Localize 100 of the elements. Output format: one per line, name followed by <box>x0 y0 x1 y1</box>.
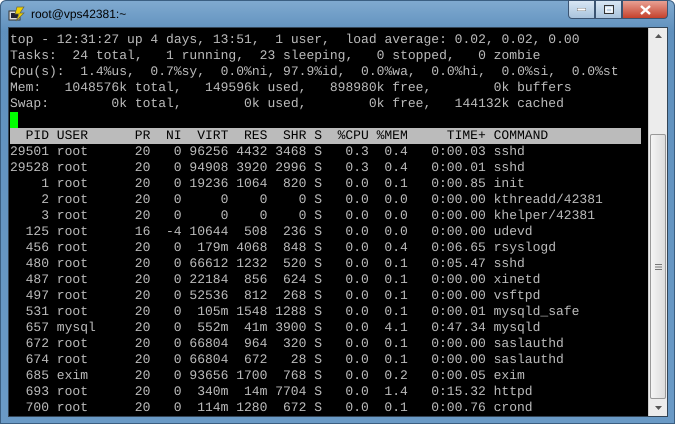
table-cell-text: 20 <box>134 176 150 192</box>
table-cell-text: 0.3 <box>344 160 369 176</box>
table-cell-text: root <box>56 176 90 192</box>
column-header: %CPU <box>336 128 369 144</box>
column-header: SHR <box>282 128 306 144</box>
table-cell-text: 340m <box>196 384 228 400</box>
table-cell-text: 20 <box>134 256 150 272</box>
table-cell-text: 3920 <box>235 160 268 176</box>
scroll-down-icon[interactable] <box>654 406 662 410</box>
column-header: VIRT <box>196 128 228 144</box>
minimize-button[interactable] <box>568 0 595 19</box>
table-cell-text: S <box>313 320 322 336</box>
scrollbar-thumb[interactable] <box>650 134 666 399</box>
table-cell-text: root <box>56 336 90 352</box>
table-cell-text: 2 <box>40 192 49 208</box>
table-cell-text: 20 <box>134 384 150 400</box>
close-button[interactable] <box>622 0 668 19</box>
column-header: TIME+ <box>446 128 486 144</box>
grip-icon <box>654 264 662 270</box>
table-cell-text: 0 <box>172 144 182 160</box>
table-cell-text: sshd <box>492 160 526 176</box>
table-cell-text: 0 <box>172 352 182 368</box>
table-cell-text: 20 <box>134 240 150 256</box>
table-cell-text: 0 <box>172 304 182 320</box>
table-cell-text: 0.1 <box>383 256 408 272</box>
table-cell-text: 0.4 <box>383 240 408 256</box>
terminal-app-icon <box>8 5 26 23</box>
table-cell-text: 456 <box>24 240 49 256</box>
table-cell-text: 0.4 <box>383 160 408 176</box>
table-cell-text: 22184 <box>188 272 228 288</box>
table-cell-text: 520 <box>282 256 306 272</box>
table-cell-text: mysqld <box>492 320 542 336</box>
table-cell-text: init <box>492 176 526 192</box>
table-cell-text: 0 <box>172 272 182 288</box>
table-cell-text: 66804 <box>188 336 228 352</box>
table-cell-text: 0 <box>172 288 182 304</box>
table-cell-text: 497 <box>24 288 49 304</box>
table-cell-text: 0.0 <box>383 224 408 240</box>
table-cell-text: root <box>56 160 90 176</box>
table-cell-text: 41m <box>243 320 268 336</box>
table-cell-text: 0.1 <box>383 336 408 352</box>
table-cell-text: 20 <box>134 320 150 336</box>
table-cell-text: 0 <box>220 208 228 224</box>
column-header: %MEM <box>376 128 408 144</box>
table-cell-text: 672 <box>282 400 306 416</box>
table-cell-text: sshd <box>492 256 526 272</box>
table-cell-text: root <box>56 304 90 320</box>
table-cell-text: 20 <box>134 304 150 320</box>
table-cell-text: S <box>313 272 322 288</box>
table-cell-text: root <box>56 240 90 256</box>
table-cell-text: 693 <box>24 384 49 400</box>
table-cell-text: S <box>313 256 322 272</box>
column-header: PID <box>24 128 49 144</box>
table-cell-text: 105m <box>196 304 228 320</box>
table-cell-text: 7704 <box>274 384 306 400</box>
table-cell-text: root <box>56 192 90 208</box>
table-cell-text: 0.0 <box>344 368 369 384</box>
table-cell-text: 1700 <box>235 368 268 384</box>
table-cell-text: 0.0 <box>344 272 369 288</box>
table-cell-text: S <box>313 240 322 256</box>
table-cell-text: sshd <box>492 144 526 160</box>
table-cell-text: 66804 <box>188 352 228 368</box>
table-cell-text: S <box>313 144 322 160</box>
table-cell-text: 0.0 <box>344 384 369 400</box>
table-cell-text: 685 <box>24 368 49 384</box>
table-cell-text: 0:05.47 <box>430 256 486 272</box>
maximize-icon <box>604 5 614 14</box>
table-cell-text: 848 <box>282 240 306 256</box>
table-cell-text: root <box>56 272 90 288</box>
table-cell-text: 856 <box>243 272 268 288</box>
table-cell-text: 93656 <box>188 368 228 384</box>
table-cell-text: 0.1 <box>383 288 408 304</box>
table-cell-text: 2996 <box>274 160 306 176</box>
table-cell-text: crond <box>492 400 534 416</box>
table-cell-text: S <box>313 336 322 352</box>
table-cell-text: 66612 <box>188 256 228 272</box>
table-cell-text: 0 <box>258 192 268 208</box>
table-cell-text: 1288 <box>274 304 306 320</box>
column-header: RES <box>243 128 268 144</box>
table-cell: 29501 <box>10 144 49 160</box>
table-cell-text: 0.0 <box>383 208 408 224</box>
table-cell-text: 0.2 <box>383 368 408 384</box>
scrollbar[interactable] <box>648 28 667 416</box>
table-cell-text: root <box>56 400 90 416</box>
table-cell-text: httpd <box>492 384 534 400</box>
table-cell-text: 0.0 <box>344 336 369 352</box>
scroll-up-icon[interactable] <box>654 34 662 38</box>
table-cell-text: root <box>56 208 90 224</box>
table-cell-text: 0:00.00 <box>430 336 486 352</box>
minimize-icon <box>577 8 586 11</box>
table-cell-text: 320 <box>282 336 306 352</box>
table-cell-text: S <box>313 208 322 224</box>
maximize-button[interactable] <box>595 0 622 19</box>
summary-line: Mem: 1048576k total, 149596k used, 898980k free, 0k buffers <box>10 80 572 96</box>
table-cell-text: 4432 <box>235 144 268 160</box>
table-cell-text: exim <box>56 368 90 384</box>
table-cell-text: 0.1 <box>383 176 408 192</box>
table-cell-text: 0:47.34 <box>430 320 486 336</box>
table-cell-text: 0:00.05 <box>430 368 486 384</box>
table-cell-text: S <box>313 192 322 208</box>
